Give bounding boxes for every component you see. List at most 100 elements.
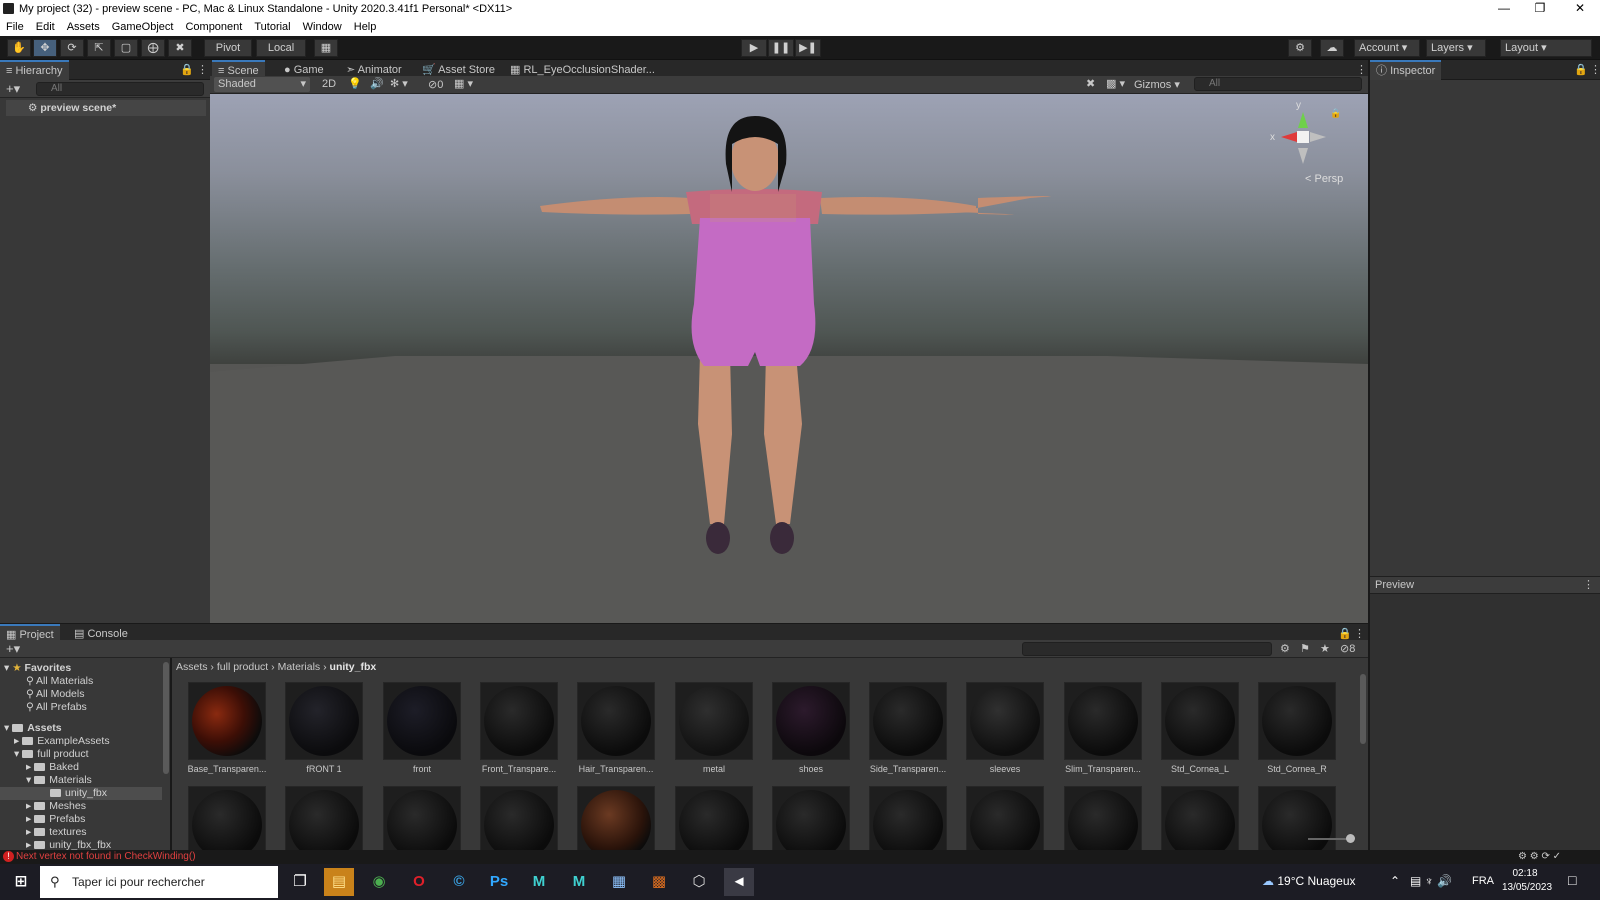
folder-textures[interactable]: ▸ textures bbox=[26, 826, 87, 839]
project-search-input[interactable] bbox=[1022, 642, 1272, 656]
scene-search-input[interactable]: All bbox=[1194, 77, 1362, 91]
clock-time[interactable]: 02:18 bbox=[1502, 868, 1548, 879]
menu-gameobject[interactable]: GameObject bbox=[106, 18, 180, 36]
folder-unity-fbx-fbx[interactable]: ▸ unity_fbx_fbx bbox=[26, 839, 111, 850]
rect-tool-icon[interactable]: ▢ bbox=[114, 39, 138, 57]
assets-root[interactable]: ▾ Assets bbox=[4, 722, 62, 735]
favorite-all-models[interactable]: ⚲ All Models bbox=[26, 688, 84, 701]
scene-kebab-icon[interactable]: ⋮ bbox=[1356, 63, 1367, 76]
clock-date[interactable]: 13/05/2023 bbox=[1500, 882, 1554, 893]
asset-front-1[interactable] bbox=[285, 682, 363, 760]
layers-dropdown[interactable]: Layers ▾ bbox=[1426, 39, 1486, 57]
ccleaner-icon[interactable]: © bbox=[444, 868, 474, 896]
scene-orientation-gizmo[interactable]: y x 🔒 bbox=[1270, 100, 1341, 164]
kebab-menu-icon[interactable]: ⋮ bbox=[197, 63, 208, 76]
asset-row2-thumb[interactable] bbox=[383, 786, 461, 850]
tray-icons[interactable]: ▤ ♆ 🔊 bbox=[1410, 874, 1452, 888]
favorite-all-materials[interactable]: ⚲ All Materials bbox=[26, 675, 93, 688]
folder-prefabs[interactable]: ▸ Prefabs bbox=[26, 813, 85, 826]
grid-snap-icon[interactable]: ▦ bbox=[314, 39, 338, 57]
lighting-icon[interactable]: 💡 bbox=[348, 77, 362, 90]
toggle-2d[interactable]: 2D bbox=[322, 78, 336, 90]
perspective-toggle[interactable]: < Persp bbox=[1305, 173, 1343, 185]
shading-mode-dropdown[interactable]: Shaded ▾ bbox=[214, 77, 310, 92]
menu-edit[interactable]: Edit bbox=[30, 18, 61, 36]
asset-hair-transparent[interactable] bbox=[577, 682, 655, 760]
filter-label-icon[interactable]: ⚑ bbox=[1300, 642, 1310, 655]
asset-row2-thumb[interactable] bbox=[772, 786, 850, 850]
asset-shoes[interactable] bbox=[772, 682, 850, 760]
scene-viewport[interactable]: y x 🔒 < Persp bbox=[210, 94, 1368, 623]
preview-kebab-icon[interactable]: ⋮ bbox=[1583, 577, 1594, 593]
file-explorer-icon[interactable]: ▤ bbox=[324, 868, 354, 896]
maya-icon-1[interactable]: M bbox=[524, 868, 554, 896]
notification-icon[interactable]: □ bbox=[1568, 872, 1576, 888]
character-model[interactable] bbox=[210, 94, 1368, 623]
task-view-icon[interactable]: ❐ bbox=[285, 868, 315, 896]
effects-icon[interactable]: ✻ ▾ bbox=[390, 77, 408, 90]
asset-metal[interactable] bbox=[675, 682, 753, 760]
maya-icon-2[interactable]: M bbox=[564, 868, 594, 896]
breadcrumb-materials[interactable]: Materials bbox=[278, 661, 321, 673]
asset-slim-transparent[interactable] bbox=[1064, 682, 1142, 760]
weather-widget[interactable]: ☁ 19°C Nuageux bbox=[1262, 874, 1356, 888]
hierarchy-scene-row[interactable]: ⚙ preview scene* bbox=[6, 100, 206, 116]
move-tool-icon[interactable]: ✥ bbox=[33, 39, 57, 57]
restore-button[interactable]: ❐ bbox=[1522, 0, 1558, 18]
play-button[interactable]: ▶ bbox=[741, 39, 767, 57]
breadcrumb-unity-fbx[interactable]: unity_fbx bbox=[330, 661, 377, 673]
photoshop-icon[interactable]: Ps bbox=[484, 868, 514, 896]
project-lock-icon[interactable]: 🔒 bbox=[1338, 627, 1352, 640]
favorite-star-icon[interactable]: ★ bbox=[1320, 642, 1330, 655]
breadcrumb-full-product[interactable]: full product bbox=[217, 661, 268, 673]
tab-inspector[interactable]: ⓘ Inspector bbox=[1370, 60, 1442, 80]
language-indicator[interactable]: FRA bbox=[1472, 875, 1494, 887]
layout-dropdown[interactable]: Layout ▾ bbox=[1500, 39, 1592, 57]
asset-row2-thumb[interactable] bbox=[1258, 786, 1336, 850]
menu-tutorial[interactable]: Tutorial bbox=[248, 18, 296, 36]
folder-baked[interactable]: ▸ Baked bbox=[26, 761, 79, 774]
custom-tool-icon[interactable]: ✖ bbox=[168, 39, 192, 57]
thumbnail-size-handle[interactable] bbox=[1346, 834, 1355, 843]
menu-file[interactable]: File bbox=[0, 18, 30, 36]
asset-row2-thumb[interactable] bbox=[285, 786, 363, 850]
asset-row2-thumb[interactable] bbox=[480, 786, 558, 850]
asset-std-cornea-l[interactable] bbox=[1161, 682, 1239, 760]
tray-chevron-icon[interactable]: ⌃ bbox=[1390, 874, 1400, 888]
close-button[interactable]: ✕ bbox=[1562, 0, 1598, 18]
menu-help[interactable]: Help bbox=[348, 18, 383, 36]
preview-header[interactable]: Preview ⋮ bbox=[1370, 576, 1600, 594]
tree-scrollbar[interactable] bbox=[163, 662, 169, 774]
hidden-packages-icon[interactable]: ⊘8 bbox=[1340, 642, 1355, 655]
asset-row2-thumb[interactable] bbox=[675, 786, 753, 850]
folder-meshes[interactable]: ▸ Meshes bbox=[26, 800, 86, 813]
asset-row2-thumb[interactable] bbox=[577, 786, 655, 850]
step-button[interactable]: ▶❚ bbox=[795, 39, 821, 57]
pause-button[interactable]: ❚❚ bbox=[768, 39, 794, 57]
asset-base-transparent[interactable] bbox=[188, 682, 266, 760]
asset-front[interactable] bbox=[383, 682, 461, 760]
add-icon[interactable]: +▾ bbox=[6, 81, 20, 97]
gizmo-lock-icon[interactable]: 🔒 bbox=[1330, 108, 1341, 119]
inspector-lock-icon[interactable]: 🔒 bbox=[1574, 63, 1588, 76]
minimize-button[interactable]: — bbox=[1486, 0, 1522, 18]
windows-start-icon[interactable]: ⊞ bbox=[6, 868, 36, 896]
winrar-icon[interactable]: ▩ bbox=[644, 868, 674, 896]
asset-sleeves[interactable] bbox=[966, 682, 1044, 760]
taskbar-search-box[interactable]: ⚲ Taper ici pour rechercher bbox=[40, 866, 278, 898]
grid-icon[interactable]: ▦ ▾ bbox=[454, 77, 473, 90]
asset-row2-thumb[interactable] bbox=[1064, 786, 1142, 850]
console-status-bar[interactable]: ! Next vertex not found in CheckWinding(… bbox=[0, 850, 1600, 864]
tools-icon[interactable]: ✖ bbox=[1086, 77, 1095, 90]
menu-assets[interactable]: Assets bbox=[61, 18, 106, 36]
unity-hub-icon[interactable]: ⬡ bbox=[684, 868, 714, 896]
inspector-kebab-icon[interactable]: ⋮ bbox=[1590, 63, 1600, 76]
hierarchy-search-input[interactable]: All bbox=[36, 82, 204, 96]
project-add-icon[interactable]: +▾ bbox=[6, 641, 20, 657]
filter-type-icon[interactable]: ⚙ bbox=[1280, 642, 1290, 655]
menu-component[interactable]: Component bbox=[179, 18, 248, 36]
rotate-tool-icon[interactable]: ⟳ bbox=[60, 39, 84, 57]
hidden-objects-icon[interactable]: ⊘0 bbox=[428, 78, 443, 91]
audio-icon[interactable]: 🔊 bbox=[370, 77, 384, 90]
lock-icon[interactable]: 🔒 bbox=[180, 63, 194, 76]
